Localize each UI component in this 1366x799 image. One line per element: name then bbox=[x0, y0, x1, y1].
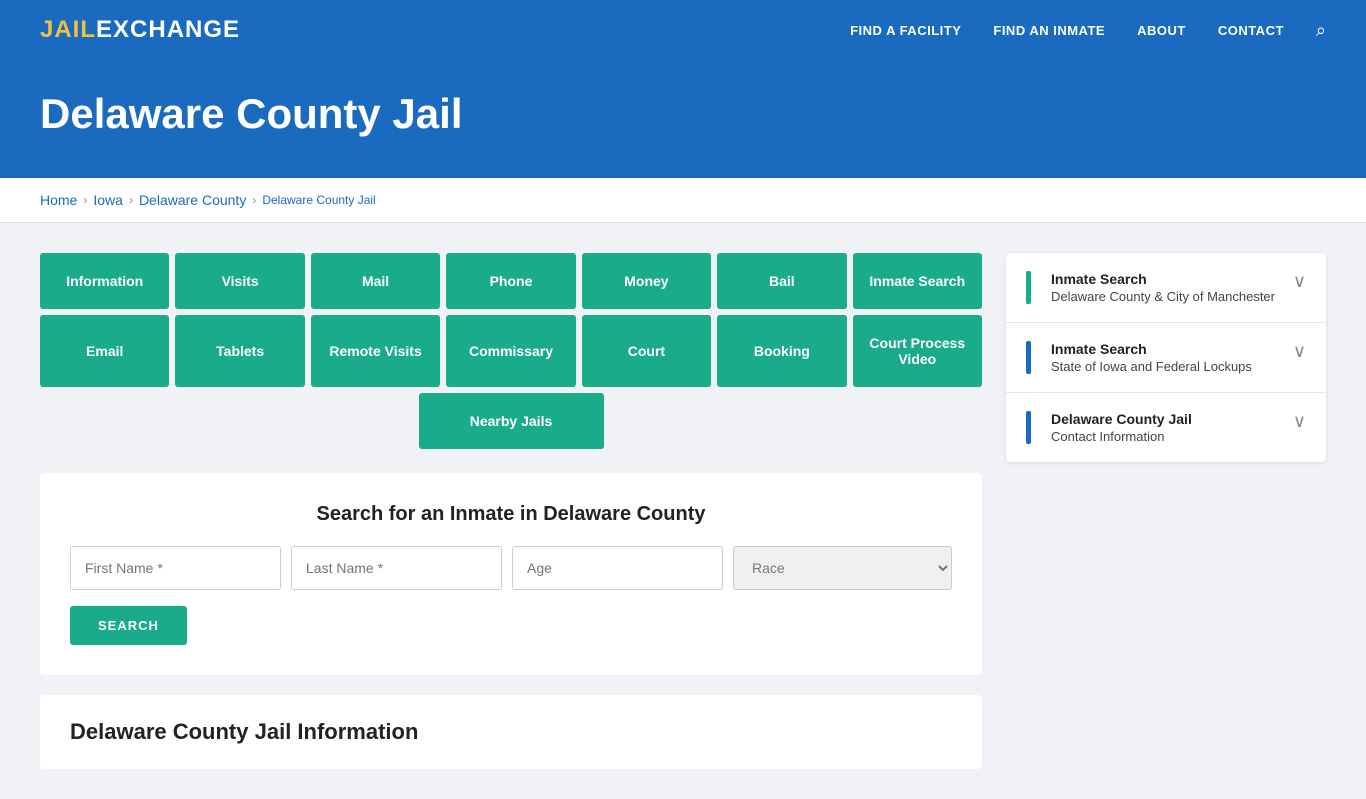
tab-court[interactable]: Court bbox=[582, 315, 711, 387]
tab-court-process-video[interactable]: Court Process Video bbox=[853, 315, 982, 387]
main-nav: FIND A FACILITY FIND AN INMATE ABOUT CON… bbox=[850, 20, 1326, 41]
nav-about[interactable]: ABOUT bbox=[1137, 23, 1186, 38]
tab-email[interactable]: Email bbox=[40, 315, 169, 387]
breadcrumb-sep-2: › bbox=[129, 193, 133, 207]
left-column: Information Visits Mail Phone Money Bail… bbox=[40, 253, 982, 769]
tab-remote-visits[interactable]: Remote Visits bbox=[311, 315, 440, 387]
tabs-row2: Email Tablets Remote Visits Commissary C… bbox=[40, 315, 982, 387]
sidebar-item-iowa-search[interactable]: Inmate Search State of Iowa and Federal … bbox=[1006, 323, 1326, 393]
breadcrumb-iowa[interactable]: Iowa bbox=[93, 192, 123, 208]
sidebar-title-2: Inmate Search bbox=[1051, 341, 1252, 357]
first-name-input[interactable] bbox=[70, 546, 281, 590]
search-button[interactable]: SEARCH bbox=[70, 606, 187, 645]
nav-find-inmate[interactable]: FIND AN INMATE bbox=[993, 23, 1105, 38]
race-select[interactable]: Race All White Black Hispanic Asian Othe… bbox=[733, 546, 952, 590]
sidebar-card: Inmate Search Delaware County & City of … bbox=[1006, 253, 1326, 462]
tabs-row1: Information Visits Mail Phone Money Bail… bbox=[40, 253, 982, 309]
tab-mail[interactable]: Mail bbox=[311, 253, 440, 309]
logo[interactable]: JAILEXCHANGE bbox=[40, 16, 240, 44]
sidebar-subtitle-1: Delaware County & City of Manchester bbox=[1051, 289, 1275, 304]
search-fields: Race All White Black Hispanic Asian Othe… bbox=[70, 546, 952, 590]
sidebar-text-iowa: Inmate Search State of Iowa and Federal … bbox=[1047, 341, 1252, 374]
tab-bail[interactable]: Bail bbox=[717, 253, 846, 309]
nav-contact[interactable]: CONTACT bbox=[1218, 23, 1284, 38]
tab-visits[interactable]: Visits bbox=[175, 253, 304, 309]
sidebar-subtitle-2: State of Iowa and Federal Lockups bbox=[1051, 359, 1252, 374]
logo-jail: JAIL bbox=[40, 16, 96, 43]
logo-exchange: EXCHANGE bbox=[96, 16, 240, 43]
sidebar-title-1: Inmate Search bbox=[1051, 271, 1275, 287]
page-title: Delaware County Jail bbox=[40, 90, 1326, 138]
tab-information[interactable]: Information bbox=[40, 253, 169, 309]
chevron-icon-1: ∨ bbox=[1293, 271, 1306, 304]
age-input[interactable] bbox=[512, 546, 723, 590]
sidebar-text-delaware: Inmate Search Delaware County & City of … bbox=[1047, 271, 1275, 304]
sidebar-text-contact: Delaware County Jail Contact Information bbox=[1047, 411, 1192, 444]
search-card: Search for an Inmate in Delaware County … bbox=[40, 473, 982, 675]
tab-tablets[interactable]: Tablets bbox=[175, 315, 304, 387]
tab-commissary[interactable]: Commissary bbox=[446, 315, 575, 387]
sidebar-accent-3 bbox=[1026, 411, 1031, 444]
sidebar-title-3: Delaware County Jail bbox=[1051, 411, 1192, 427]
chevron-icon-2: ∨ bbox=[1293, 341, 1306, 374]
sidebar-item-contact[interactable]: Delaware County Jail Contact Information… bbox=[1006, 393, 1326, 462]
info-section: Delaware County Jail Information bbox=[40, 695, 982, 769]
info-heading: Delaware County Jail Information bbox=[70, 719, 952, 745]
search-heading: Search for an Inmate in Delaware County bbox=[70, 503, 952, 526]
breadcrumb-current: Delaware County Jail bbox=[262, 193, 375, 207]
breadcrumb: Home › Iowa › Delaware County › Delaware… bbox=[40, 192, 1326, 208]
breadcrumb-bar: Home › Iowa › Delaware County › Delaware… bbox=[0, 178, 1366, 223]
main-wrap: Information Visits Mail Phone Money Bail… bbox=[0, 223, 1366, 799]
breadcrumb-sep-1: › bbox=[83, 193, 87, 207]
chevron-icon-3: ∨ bbox=[1293, 411, 1306, 444]
breadcrumb-sep-3: › bbox=[252, 193, 256, 207]
tab-money[interactable]: Money bbox=[582, 253, 711, 309]
site-header: JAILEXCHANGE FIND A FACILITY FIND AN INM… bbox=[0, 0, 1366, 60]
tab-nearby-jails[interactable]: Nearby Jails bbox=[419, 393, 604, 449]
hero-section: Delaware County Jail bbox=[0, 60, 1366, 178]
sidebar-accent-2 bbox=[1026, 341, 1031, 374]
sidebar-accent-1 bbox=[1026, 271, 1031, 304]
last-name-input[interactable] bbox=[291, 546, 502, 590]
tab-inmate-search[interactable]: Inmate Search bbox=[853, 253, 982, 309]
sidebar-subtitle-3: Contact Information bbox=[1051, 429, 1192, 444]
breadcrumb-home[interactable]: Home bbox=[40, 192, 77, 208]
tab-booking[interactable]: Booking bbox=[717, 315, 846, 387]
tab-phone[interactable]: Phone bbox=[446, 253, 575, 309]
sidebar-item-delaware-search[interactable]: Inmate Search Delaware County & City of … bbox=[1006, 253, 1326, 323]
right-sidebar: Inmate Search Delaware County & City of … bbox=[1006, 253, 1326, 462]
nav-find-facility[interactable]: FIND A FACILITY bbox=[850, 23, 961, 38]
search-icon[interactable]: ⌕ bbox=[1316, 20, 1326, 41]
tabs-row3: Nearby Jails bbox=[40, 393, 982, 449]
breadcrumb-delaware-county[interactable]: Delaware County bbox=[139, 192, 246, 208]
